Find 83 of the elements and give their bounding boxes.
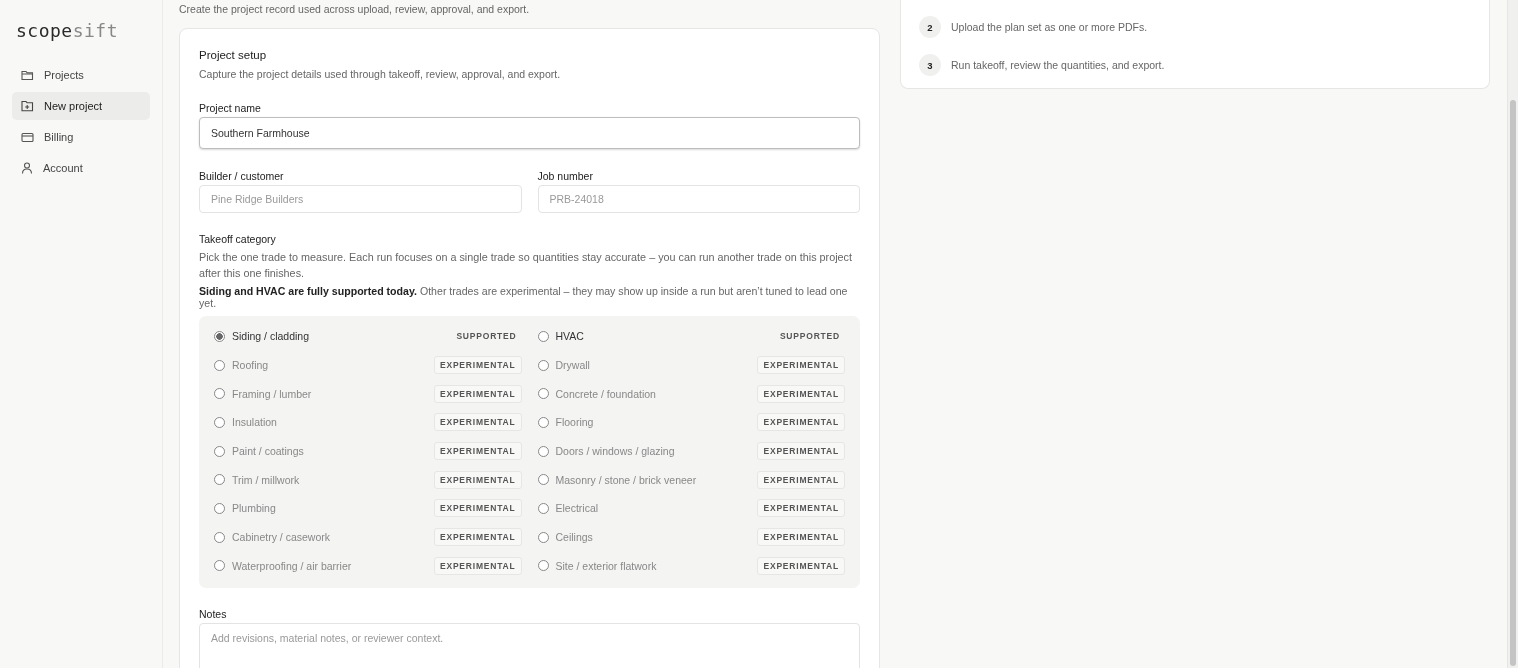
category-option[interactable]: Siding / cladding (232, 330, 452, 343)
step-number: 3 (919, 54, 941, 76)
radio-button[interactable] (537, 330, 549, 342)
category-option[interactable]: Concrete / foundation (555, 387, 758, 400)
radio-button[interactable] (537, 531, 549, 543)
card-description: Capture the project details used through takeoff, review, approval, and export. (199, 68, 562, 80)
sidebar-item[interactable]: Projects (12, 61, 150, 89)
radio-button[interactable] (214, 359, 225, 371)
radio-button[interactable] (537, 474, 549, 486)
experimental-badge: EXPERIMENTAL (433, 384, 522, 403)
field-label: Project name (199, 102, 262, 114)
field-label: Job number (537, 170, 594, 182)
builder-field[interactable]: Pine Ridge Builders (199, 185, 522, 213)
experimental-badge: EXPERIMENTAL (757, 384, 845, 403)
experimental-badge: EXPERIMENTAL (433, 528, 522, 547)
radio-button[interactable] (537, 416, 549, 428)
sidebar-item[interactable]: Account (12, 154, 150, 182)
category-option[interactable]: Site / exterior flatwork (555, 559, 758, 572)
project-name-field[interactable]: Southern Farmhouse (199, 117, 860, 149)
experimental-badge: EXPERIMENTAL (433, 499, 522, 518)
step-text: Upload the plan set as one or more PDFs. (951, 21, 1148, 33)
experimental-badge: EXPERIMENTAL (757, 356, 845, 375)
category-option[interactable]: Cabinetry / casework (232, 531, 434, 544)
experimental-badge: EXPERIMENTAL (757, 528, 845, 547)
radio-button[interactable] (537, 359, 549, 371)
category-option[interactable]: Flooring (555, 416, 758, 429)
category-option[interactable]: Waterproofing / air barrier (232, 559, 434, 572)
folder-plus-icon (21, 100, 34, 112)
credit-card-icon (21, 131, 34, 143)
category-option[interactable]: Roofing (232, 359, 434, 372)
step-number: 2 (919, 16, 941, 38)
experimental-badge: EXPERIMENTAL (433, 470, 522, 489)
radio-button[interactable] (537, 560, 549, 572)
radio-button[interactable] (214, 330, 225, 342)
supported-label: SUPPORTED (455, 330, 518, 344)
help-text: Pick the one trade to measure. Each run focuses on a single trade so quantities stay accurate – you can run another trade on this project after this one finishes. (199, 250, 853, 281)
experimental-badge: EXPERIMENTAL (433, 556, 522, 575)
card-title: Project setup (199, 49, 268, 61)
experimental-badge: EXPERIMENTAL (757, 442, 845, 461)
category-option[interactable]: Masonry / stone / brick veneer (555, 473, 758, 486)
experimental-badge: EXPERIMENTAL (433, 442, 522, 461)
experimental-badge: EXPERIMENTAL (757, 470, 845, 489)
logo: scopesift (16, 20, 119, 41)
radio-button[interactable] (214, 531, 225, 543)
category-option[interactable]: Paint / coatings (232, 445, 434, 458)
field-label: Takeoff category (199, 233, 277, 245)
support-note: Siding and HVAC are fully supported today. Other trades are experimental – they may show up inside a run but aren’t tuned to lead one yet. (199, 285, 849, 309)
sidebar-item[interactable]: New project (12, 92, 150, 120)
step-text: Run takeoff, review the quantities, and export. (951, 59, 1165, 71)
radio-button[interactable] (214, 388, 225, 400)
category-option[interactable]: Drywall (555, 359, 758, 372)
radio-button[interactable] (537, 502, 549, 514)
field-label: Notes (199, 608, 228, 621)
experimental-badge: EXPERIMENTAL (757, 556, 845, 575)
notes-field[interactable]: Add revisions, material notes, or reviewer context. (199, 623, 860, 668)
supported-label: SUPPORTED (778, 330, 841, 344)
category-option[interactable]: Ceilings (555, 531, 758, 544)
category-option[interactable]: HVAC (555, 330, 775, 343)
folder-icon (21, 69, 34, 81)
category-option[interactable]: Plumbing (232, 502, 434, 515)
category-option[interactable]: Doors / windows / glazing (555, 445, 758, 458)
experimental-badge: EXPERIMENTAL (757, 499, 845, 518)
radio-button[interactable] (214, 445, 225, 457)
scrollbar-thumb[interactable] (1510, 100, 1516, 666)
job-number-field[interactable]: PRB-24018 (537, 185, 860, 213)
category-option[interactable]: Electrical (555, 502, 758, 515)
category-option[interactable]: Insulation (232, 416, 434, 429)
user-icon (21, 162, 33, 174)
sidebar-item[interactable]: Billing (12, 123, 150, 151)
experimental-badge: EXPERIMENTAL (433, 356, 522, 375)
field-label: Builder / customer (199, 170, 285, 182)
page-subtitle: Create the project record used across upload, review, approval, and export. (179, 3, 531, 15)
radio-button[interactable] (214, 474, 225, 486)
radio-button[interactable] (214, 416, 225, 428)
category-option[interactable]: Framing / lumber (232, 387, 434, 400)
radio-button[interactable] (537, 388, 549, 400)
experimental-badge: EXPERIMENTAL (757, 413, 845, 432)
scrollbar[interactable] (1507, 0, 1518, 668)
experimental-badge: EXPERIMENTAL (433, 413, 522, 432)
radio-button[interactable] (214, 502, 225, 514)
radio-button[interactable] (214, 560, 225, 572)
radio-button[interactable] (537, 445, 549, 457)
category-option[interactable]: Trim / millwork (232, 473, 434, 486)
